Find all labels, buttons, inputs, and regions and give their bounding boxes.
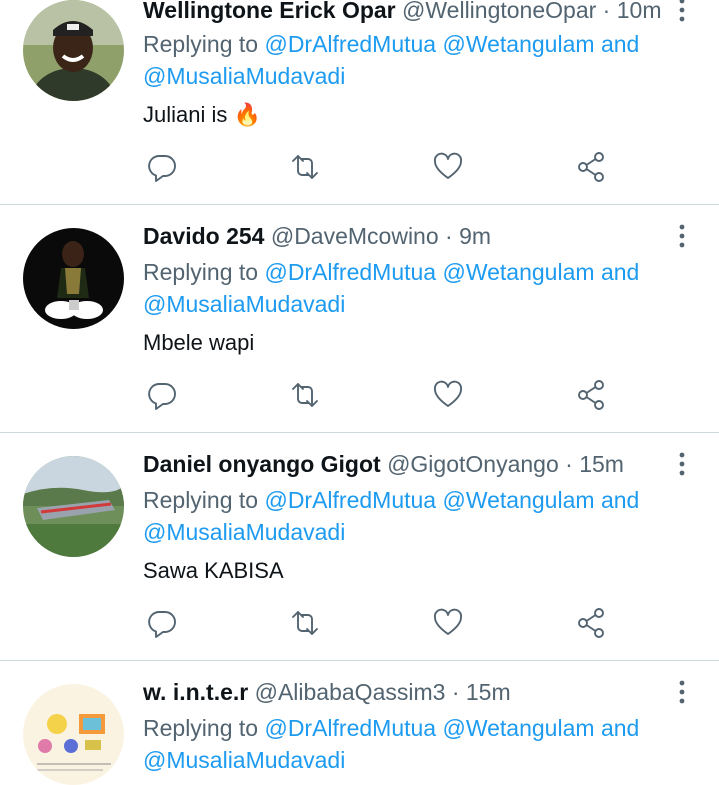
- tweet-actions: [145, 150, 625, 184]
- tweet-text-content: Sawa KABISA: [143, 558, 284, 583]
- mention-link[interactable]: @DrAlfredMutua: [264, 31, 436, 57]
- fire-emoji: 🔥: [233, 102, 261, 127]
- separator: ·: [445, 223, 453, 249]
- avatar-image: [23, 0, 124, 101]
- share-icon: [578, 608, 604, 638]
- heart-icon: [433, 380, 463, 407]
- tweet-header: Daniel onyango Gigot @GigotOnyango · 15m: [143, 449, 624, 479]
- avatar-image: [23, 228, 124, 329]
- retweet-icon: [292, 155, 318, 179]
- mention-link[interactable]: @Wetangulam: [442, 31, 594, 57]
- share-icon: [578, 380, 604, 410]
- more-options-button[interactable]: [667, 677, 697, 707]
- replying-to: Replying to @DrAlfredMutua @Wetangulam a…: [143, 712, 703, 776]
- avatar[interactable]: [23, 684, 124, 785]
- replying-to: Replying to @DrAlfredMutua @Wetangulam a…: [143, 28, 703, 92]
- timestamp[interactable]: 10m: [617, 0, 662, 23]
- mention-others-link[interactable]: and: [601, 487, 639, 513]
- display-name[interactable]: w. i.n.t.e.r: [143, 679, 248, 705]
- reply-button[interactable]: [145, 378, 179, 412]
- mention-link[interactable]: @Wetangulam: [442, 715, 594, 741]
- tweet-item[interactable]: Daniel onyango Gigot @GigotOnyango · 15m…: [0, 433, 719, 661]
- retweet-icon: [292, 611, 318, 635]
- retweet-icon: [292, 383, 318, 407]
- retweet-button[interactable]: [288, 606, 322, 640]
- heart-icon: [433, 608, 463, 635]
- replying-label: Replying to: [143, 31, 259, 57]
- more-options-button[interactable]: [667, 449, 697, 479]
- mention-link[interactable]: @MusaliaMudavadi: [143, 519, 345, 545]
- timestamp[interactable]: 15m: [466, 679, 511, 705]
- tweet-header: Davido 254 @DaveMcowino · 9m: [143, 221, 491, 251]
- tweet-text: Juliani is 🔥: [143, 100, 261, 130]
- mention-others-link[interactable]: and: [601, 715, 639, 741]
- replying-label: Replying to: [143, 487, 259, 513]
- reply-button[interactable]: [145, 150, 179, 184]
- heart-icon: [433, 152, 463, 179]
- separator: ·: [451, 679, 460, 705]
- tweet-actions: [145, 606, 625, 640]
- display-name[interactable]: Davido 254: [143, 223, 264, 249]
- separator: ·: [602, 0, 611, 23]
- more-options-button[interactable]: [667, 0, 697, 25]
- tweet-header: Wellingtone Erick Opar @WellingtoneOpar …: [143, 0, 661, 25]
- mention-link[interactable]: @DrAlfredMutua: [264, 715, 436, 741]
- mention-others-link[interactable]: and: [601, 31, 639, 57]
- tweet-item[interactable]: Wellingtone Erick Opar @WellingtoneOpar …: [0, 0, 719, 205]
- more-vertical-icon: [679, 452, 685, 476]
- more-vertical-icon: [679, 0, 685, 22]
- tweet-item[interactable]: Davido 254 @DaveMcowino · 9m Replying to…: [0, 205, 719, 433]
- tweet-text: Mbele wapi: [143, 328, 254, 358]
- mention-link[interactable]: @Wetangulam: [442, 259, 594, 285]
- timestamp[interactable]: 15m: [579, 451, 624, 477]
- tweet-item[interactable]: w. i.n.t.e.r @AlibabaQassim3 · 15m Reply…: [0, 661, 719, 785]
- mention-link[interactable]: @Wetangulam: [442, 487, 594, 513]
- tweet-text-content: Juliani is: [143, 102, 228, 127]
- retweet-button[interactable]: [288, 378, 322, 412]
- avatar[interactable]: [23, 228, 124, 329]
- share-button[interactable]: [574, 150, 608, 184]
- replying-label: Replying to: [143, 715, 259, 741]
- mention-link[interactable]: @MusaliaMudavadi: [143, 63, 345, 89]
- share-button[interactable]: [574, 378, 608, 412]
- timestamp[interactable]: 9m: [459, 223, 491, 249]
- avatar[interactable]: [23, 456, 124, 557]
- share-icon: [578, 152, 604, 182]
- display-name[interactable]: Wellingtone Erick Opar: [143, 0, 396, 23]
- mention-link[interactable]: @DrAlfredMutua: [264, 487, 436, 513]
- more-vertical-icon: [679, 224, 685, 248]
- mention-link[interactable]: @MusaliaMudavadi: [143, 291, 345, 317]
- more-vertical-icon: [679, 680, 685, 704]
- retweet-button[interactable]: [288, 150, 322, 184]
- user-handle[interactable]: @WellingtoneOpar: [402, 0, 596, 23]
- like-button[interactable]: [431, 606, 465, 640]
- mention-link[interactable]: @MusaliaMudavadi: [143, 747, 345, 773]
- replying-to: Replying to @DrAlfredMutua @Wetangulam a…: [143, 484, 703, 548]
- user-handle[interactable]: @GigotOnyango: [387, 451, 559, 477]
- mention-others-link[interactable]: and: [601, 259, 639, 285]
- reply-button[interactable]: [145, 606, 179, 640]
- user-handle[interactable]: @AlibabaQassim3: [255, 679, 446, 705]
- avatar-image: [23, 456, 124, 557]
- replying-label: Replying to: [143, 259, 259, 285]
- reply-icon: [148, 383, 176, 410]
- replying-to: Replying to @DrAlfredMutua @Wetangulam a…: [143, 256, 703, 320]
- tweet-text-content: Mbele wapi: [143, 330, 255, 355]
- like-button[interactable]: [431, 150, 465, 184]
- tweet-header: w. i.n.t.e.r @AlibabaQassim3 · 15m: [143, 677, 511, 707]
- separator: ·: [565, 451, 573, 477]
- like-button[interactable]: [431, 378, 465, 412]
- user-handle[interactable]: @DaveMcowino: [271, 223, 439, 249]
- mention-link[interactable]: @DrAlfredMutua: [264, 259, 436, 285]
- avatar[interactable]: [23, 0, 124, 101]
- share-button[interactable]: [574, 606, 608, 640]
- more-options-button[interactable]: [667, 221, 697, 251]
- avatar-image: [23, 684, 124, 785]
- display-name[interactable]: Daniel onyango Gigot: [143, 451, 381, 477]
- reply-icon: [148, 611, 176, 638]
- tweet-actions: [145, 378, 625, 412]
- reply-icon: [148, 155, 176, 182]
- tweet-text: Sawa KABISA: [143, 556, 284, 586]
